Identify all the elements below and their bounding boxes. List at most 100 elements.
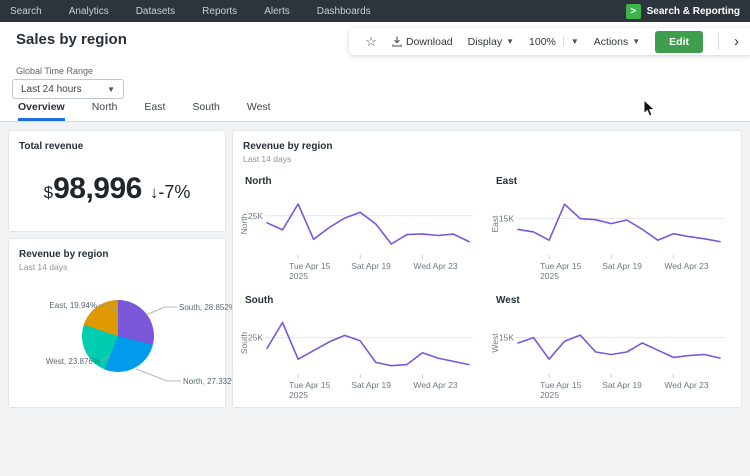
x-axis-tick-label: Sat Apr 19 [602,261,642,271]
zoom-level[interactable]: 100% [529,36,563,48]
x-axis-tick-sublabel: 2025 [289,390,308,400]
chevron-down-icon: ▼ [107,85,115,94]
y-axis-tick-label: 25K [248,333,263,343]
download-label: Download [406,36,453,48]
pie-leader-line [101,356,110,361]
download-icon [392,36,402,47]
y-axis-tick-label: 15K [499,333,514,343]
y-axis-label: West [490,333,500,353]
pie-label-east: East, 19.94% [49,301,97,310]
chart-line [267,323,469,366]
page-title: Sales by region [16,31,127,48]
dashboard-content: Total revenue $ 98,996 ↓ -7% Revenue by … [0,122,750,476]
nav-item-reports[interactable]: Reports [202,6,237,17]
panel-subtitle: Last 14 days [19,262,225,272]
y-axis-label: South [239,332,249,354]
chevron-down-icon: ▼ [506,37,514,46]
x-axis-tick-label: Sat Apr 19 [351,261,391,271]
chart-title: West [496,295,725,306]
nav-item-analytics[interactable]: Analytics [69,6,109,17]
panel-title: Total revenue [19,141,225,152]
pie-label-west: West, 23.876% [46,357,100,366]
chart-line [518,204,720,241]
app-switcher[interactable]: > Search & Reporting [626,4,740,19]
x-axis-tick-label: Tue Apr 15 [540,261,582,271]
dashboard-tabs: Overview North East South West [0,101,750,122]
nav-menu: Search Analytics Datasets Reports Alerts… [10,6,371,17]
nav-item-dashboards[interactable]: Dashboards [317,6,371,17]
x-axis-tick-label: Sat Apr 19 [602,380,642,390]
tab-west[interactable]: West [247,101,271,121]
trend-value: -7% [158,182,190,203]
total-revenue-panel: Total revenue $ 98,996 ↓ -7% [8,130,226,232]
display-dropdown[interactable]: Display ▼ [468,36,514,48]
x-axis-tick-label: Tue Apr 15 [540,380,582,390]
display-label: Display [468,36,502,48]
pie-label-north: North, 27.332% [183,377,239,386]
x-axis-tick-sublabel: 2025 [540,271,559,281]
edit-button[interactable]: Edit [655,31,703,53]
tab-overview[interactable]: Overview [18,101,65,121]
x-axis-tick-label: Wed Apr 23 [664,380,709,390]
x-axis-tick-label: Wed Apr 23 [413,261,458,271]
west-line-chart: 15KWest Tue Apr 152025 Sat Apr 19 Wed Apr 2… [490,308,725,402]
pie-chart: East, 19.94% South, 28.852% West, 23.876… [9,291,227,409]
dashboard-header: Sales by region ☆ Download Display ▼ 100… [0,22,750,122]
panel-subtitle: Last 14 days [243,154,741,164]
north-line-chart: 25KNorth Tue Apr 152025 Sat Apr 19 Wed Apr … [239,189,474,283]
tab-south[interactable]: South [192,101,219,121]
chart-line [518,335,720,359]
currency-symbol: $ [44,183,53,203]
time-range-label: Global Time Range [16,66,93,76]
single-value: $ 98,996 ↓ -7% [9,172,225,206]
revenue-pie-panel: Revenue by region Last 14 days East, 19.… [8,238,226,408]
x-axis-tick-label: Tue Apr 15 [289,380,331,390]
x-axis-tick-label: Wed Apr 23 [664,261,709,271]
y-axis-label: North [239,213,249,234]
line-chart-north: North 25KNorthTue Apr 152025Sat Apr 19We… [239,176,474,283]
chart-line [267,204,469,244]
y-axis-tick-label: 25K [248,211,263,221]
revenue-lines-panel: Revenue by region Last 14 days North 25K… [232,130,742,408]
pie-leader-line [146,307,177,315]
toolbar-divider [718,33,719,50]
time-range-dropdown[interactable]: Last 24 hours ▼ [12,79,124,99]
top-nav-bar: Search Analytics Datasets Reports Alerts… [0,0,750,22]
nav-item-search[interactable]: Search [10,6,42,17]
x-axis-tick-sublabel: 2025 [540,390,559,400]
tab-east[interactable]: East [144,101,165,121]
east-line-chart: 15KEastTue Apr 152025Sat Apr 19Wed Apr 2… [490,189,725,283]
pie-leader-line [98,305,117,312]
time-range-value: Last 24 hours [21,84,82,95]
x-axis-tick-sublabel: 2025 [289,271,308,281]
line-chart-east: East 15KEastTue Apr 152025Sat Apr 19Wed … [490,176,725,283]
chevron-right-icon[interactable]: › [734,33,741,50]
south-line-chart: 25KSouthTue Apr 152025Sat Apr 19Wed Apr … [239,308,474,402]
panel-title: Revenue by region [243,141,741,152]
actions-dropdown[interactable]: Actions ▼ [594,36,640,48]
line-chart-west: West 15KWestTue Apr 152025Sat Apr 19Wed … [490,295,725,402]
favorite-star-icon[interactable]: ☆ [365,34,377,50]
revenue-value: 98,996 [53,172,142,206]
line-chart-south: South 25KSouthTue Apr 152025Sat Apr 19We… [239,295,474,402]
chevron-down-icon: ▼ [632,37,640,46]
nav-item-datasets[interactable]: Datasets [136,6,175,17]
dashboard-toolbar: ☆ Download Display ▼ 100% ▼ Actions ▼ Ed… [349,28,750,55]
pie-leader-line [136,369,181,381]
zoom-control: 100% ▼ [529,36,579,48]
splunk-app-icon: > [626,4,641,19]
line-charts-grid: North 25KNorthTue Apr 152025Sat Apr 19We… [239,176,741,402]
download-button[interactable]: Download [392,36,453,48]
actions-label: Actions [594,36,628,48]
zoom-dropdown-icon[interactable]: ▼ [563,37,579,46]
chart-title: North [245,176,474,187]
x-axis-tick-label: Sat Apr 19 [351,380,391,390]
trend-down-arrow-icon: ↓ [150,183,159,203]
pie-label-south: South, 28.852% [179,303,236,312]
tab-north[interactable]: North [92,101,118,121]
app-name: Search & Reporting [647,6,740,17]
x-axis-tick-label: Tue Apr 15 [289,261,331,271]
y-axis-label: East [490,215,500,233]
nav-item-alerts[interactable]: Alerts [264,6,290,17]
chart-title: East [496,176,725,187]
